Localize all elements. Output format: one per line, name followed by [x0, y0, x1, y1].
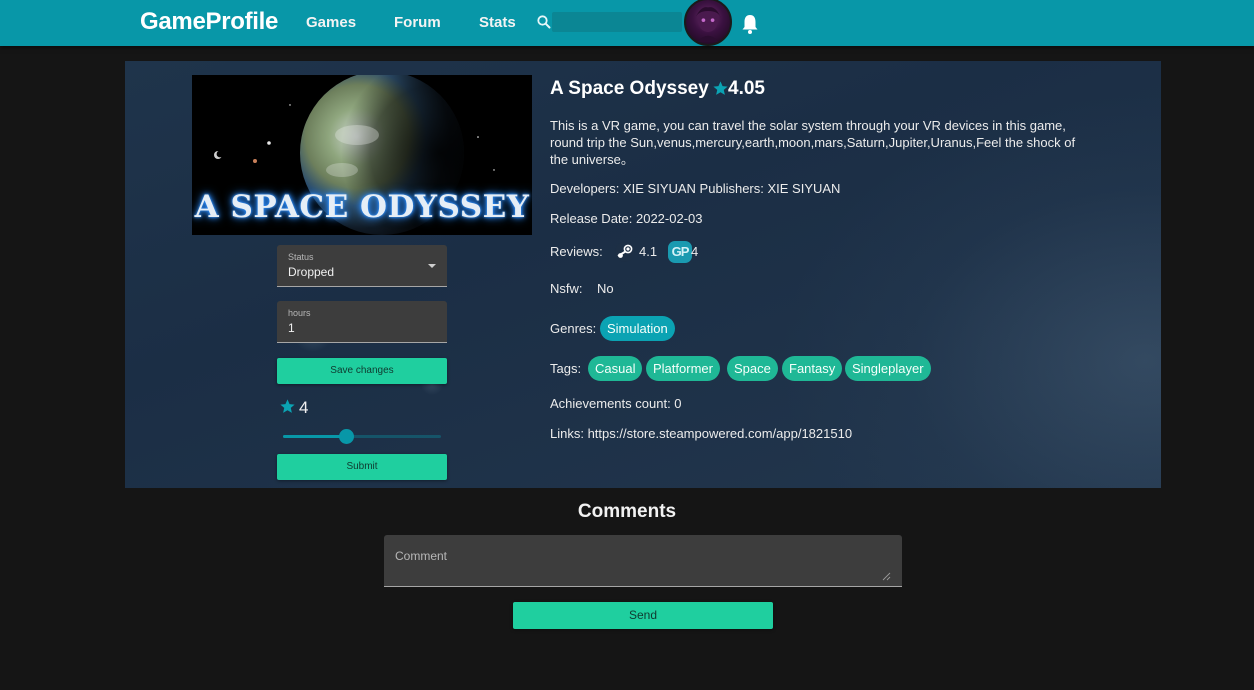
genres-label: Genres: — [550, 321, 597, 336]
tag-chip-fantasy[interactable]: Fantasy — [782, 356, 843, 381]
nav-stats-link[interactable]: Stats — [479, 14, 516, 31]
developers-publishers: Developers: XIE SIYUAN Publishers: XIE S… — [550, 181, 841, 196]
tags-label: Tags: — [550, 361, 582, 376]
hours-label: hours — [288, 308, 311, 318]
game-detail-panel: A SPACE ODYSSEY Status Dropped hours Sav… — [125, 61, 1161, 488]
notification-bell-icon[interactable] — [740, 13, 760, 35]
tag-chip-platformer[interactable]: Platformer — [646, 356, 720, 381]
game-cover-image: A SPACE ODYSSEY — [192, 75, 532, 235]
nav-games-link[interactable]: Games — [306, 14, 356, 31]
search-icon[interactable] — [536, 14, 552, 30]
hours-input[interactable] — [288, 320, 438, 336]
game-average-rating: 4.05 — [728, 78, 765, 99]
user-rating-value: 4 — [299, 398, 309, 417]
resize-handle-icon[interactable] — [882, 572, 891, 581]
tag-chip-casual[interactable]: Casual — [588, 356, 643, 381]
save-changes-button[interactable]: Save changes — [277, 358, 447, 384]
tag-chip-space[interactable]: Space — [727, 356, 778, 381]
star-icon — [713, 81, 728, 95]
nsfw-value: No — [597, 281, 614, 296]
steam-review-score: 4.1 — [639, 244, 658, 259]
reviews-label: Reviews: — [550, 244, 603, 259]
nav-forum-link[interactable]: Forum — [394, 14, 441, 31]
gameprofile-review-score: 4 — [691, 244, 699, 259]
store-link[interactable]: Links: https://store.steampowered.com/ap… — [550, 426, 852, 441]
gameprofile-icon: GP — [668, 241, 692, 263]
dropdown-arrow-icon — [428, 264, 436, 268]
tag-chip-singleplayer[interactable]: Singleplayer — [845, 356, 931, 381]
game-description: This is a VR game, you can travel the so… — [550, 118, 1076, 167]
hours-field: hours — [277, 301, 447, 343]
status-select[interactable]: Status Dropped — [277, 245, 447, 287]
slider-fill — [283, 435, 347, 438]
star-icon — [280, 399, 295, 413]
status-value: Dropped — [288, 265, 335, 279]
status-label: Status — [288, 252, 314, 262]
top-navbar: GameProfile Games Forum Stats — [0, 0, 1254, 46]
comment-input[interactable] — [384, 535, 902, 587]
achievements-count: Achievements count: 0 — [550, 396, 682, 411]
brand-logo[interactable]: GameProfile — [140, 8, 278, 36]
slider-thumb[interactable] — [339, 429, 355, 444]
rating-slider[interactable] — [283, 429, 441, 444]
comments-heading: Comments — [577, 501, 677, 522]
submit-rating-button[interactable]: Submit — [277, 454, 447, 480]
send-comment-button[interactable]: Send — [513, 602, 773, 629]
release-date: Release Date: 2022-02-03 — [550, 211, 703, 226]
search-input[interactable] — [552, 12, 682, 32]
game-title: A Space Odyssey — [550, 78, 709, 99]
user-avatar[interactable] — [684, 0, 732, 46]
nsfw-label: Nsfw: — [550, 281, 583, 296]
steam-icon — [615, 242, 635, 262]
cover-title-text: A SPACE ODYSSEY — [194, 189, 530, 225]
genre-chip-simulation[interactable]: Simulation — [600, 316, 675, 341]
